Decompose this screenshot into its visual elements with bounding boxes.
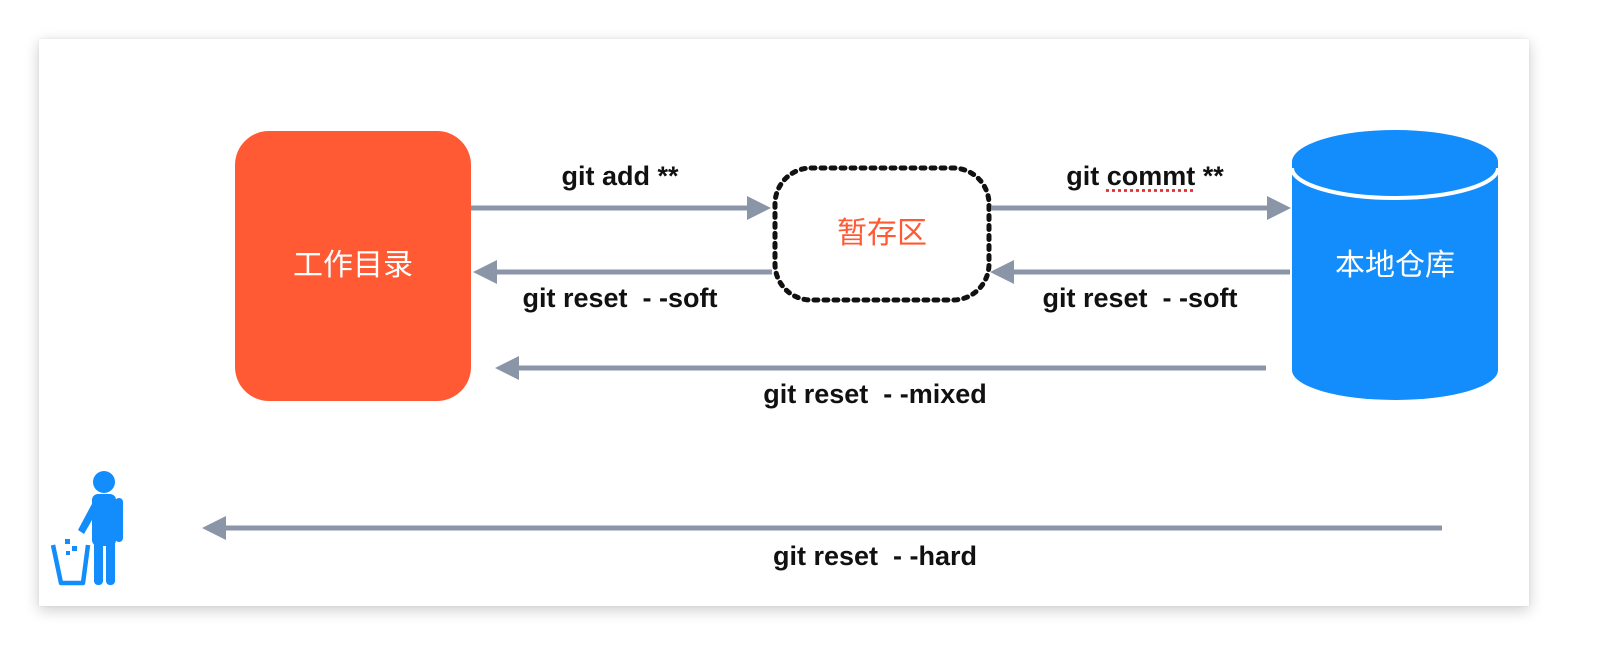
diagram-stage: 工作目录 暂存区 本地仓库 git add ** git commt ** gi…: [0, 0, 1598, 658]
git-commit-suffix: **: [1195, 161, 1224, 191]
git-commit-label: git commt **: [1020, 160, 1270, 192]
git-commit-prefix: git: [1066, 161, 1107, 191]
staging-area-label: 暂存区: [837, 216, 927, 251]
arrow-git-add: [471, 196, 771, 220]
git-commit-word: commt: [1106, 161, 1196, 191]
arrow-reset-soft-left: [473, 260, 772, 284]
arrow-reset-soft-right: [990, 260, 1290, 284]
git-reset-mixed-label: git reset - -mixed: [763, 379, 987, 409]
person-throwing-trash-icon: [50, 471, 123, 586]
local-repository-label: 本地仓库: [1335, 248, 1455, 283]
arrow-reset-mixed: [495, 356, 1266, 380]
arrow-git-commit: [992, 196, 1291, 220]
working-directory-label: 工作目录: [293, 248, 413, 283]
arrow-reset-hard: [202, 516, 1442, 540]
git-reset-hard-label: git reset - -hard: [772, 541, 978, 571]
git-reset-soft-right-label: git reset - -soft: [1042, 283, 1238, 313]
git-add-label: git add **: [561, 161, 679, 191]
git-reset-soft-left-label: git reset - -soft: [522, 283, 718, 313]
